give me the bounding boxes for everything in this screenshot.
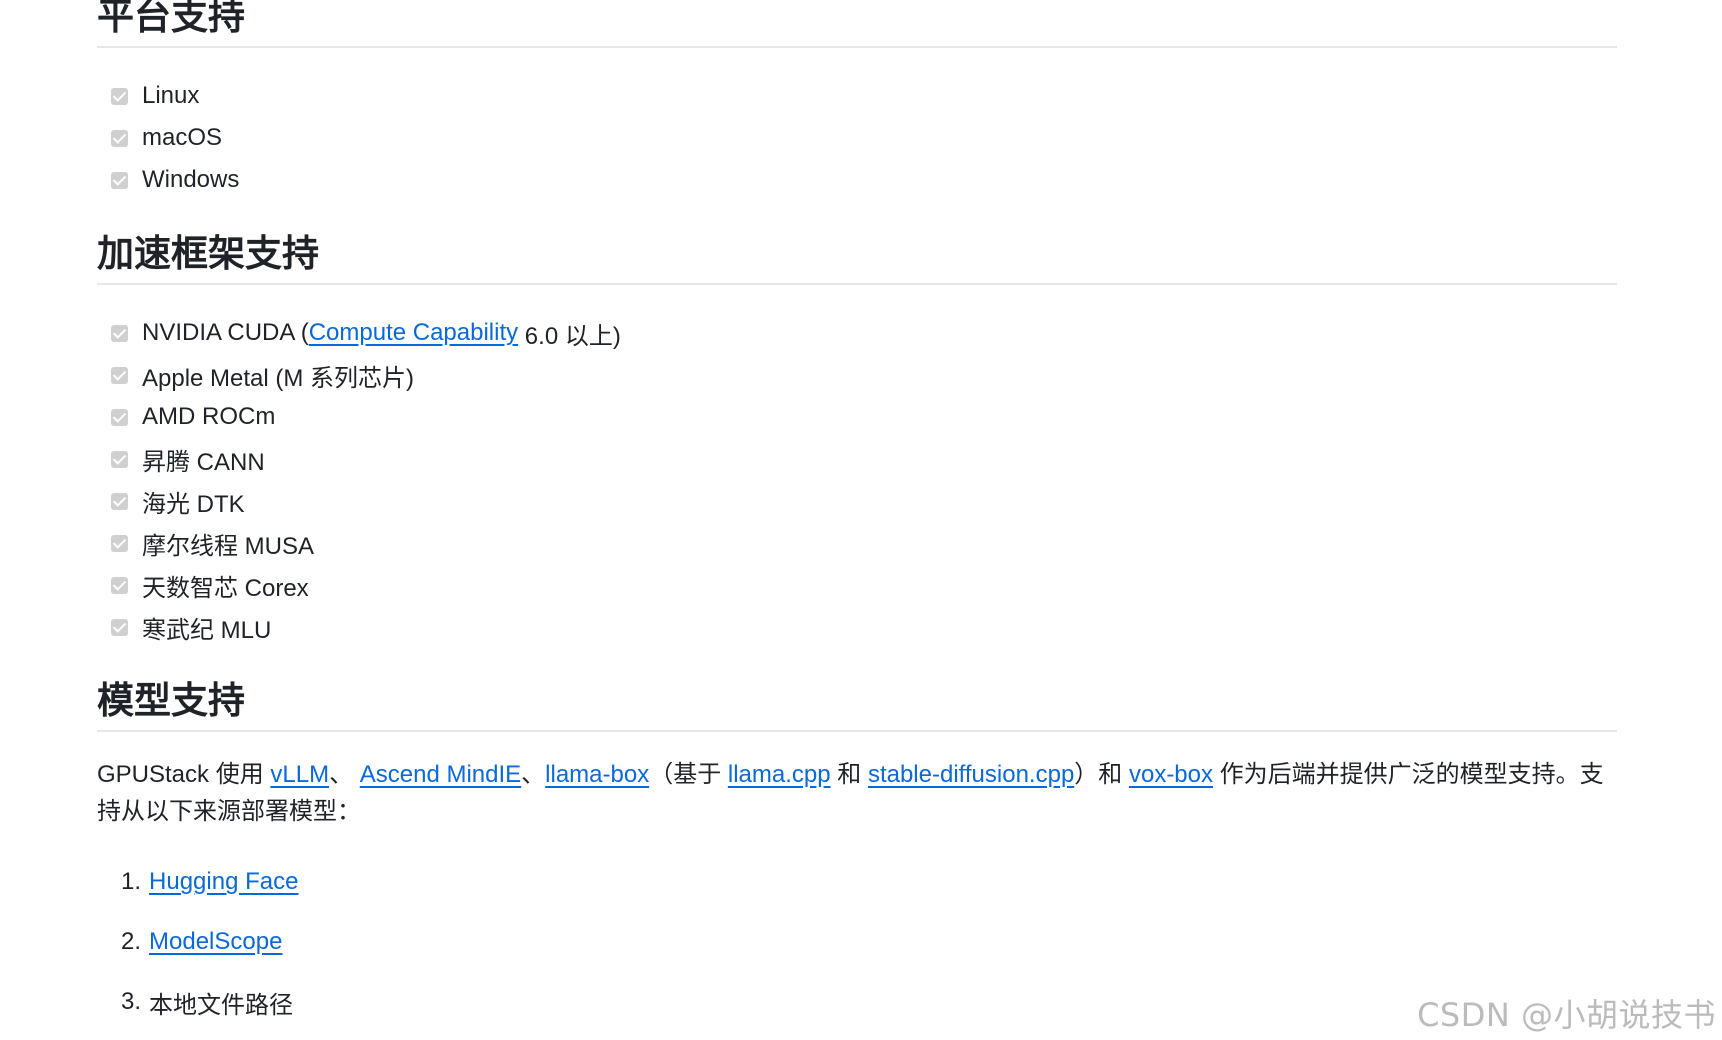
- checked-checkbox-icon[interactable]: [111, 408, 128, 426]
- article-content: 平台支持 Linux macOS Windows 加速框架支持 NVIDIA C…: [97, 0, 1617, 1032]
- checked-checkbox-icon[interactable]: [111, 618, 128, 636]
- llama-cpp-link[interactable]: llama.cpp: [728, 761, 831, 788]
- checked-checkbox-icon[interactable]: [111, 129, 128, 147]
- heading-accelerator-support: 加速框架支持: [97, 231, 1617, 285]
- watermark: CSDN @小胡说技书: [1417, 996, 1716, 1034]
- llama-box-link[interactable]: llama-box: [545, 761, 649, 788]
- list-item: 摩尔线程 MUSA: [111, 522, 1617, 564]
- list-item: 寒武纪 MLU: [111, 606, 1617, 648]
- checked-checkbox-icon[interactable]: [111, 366, 128, 384]
- ascend-mindie-link[interactable]: Ascend MindIE: [360, 761, 521, 788]
- checked-checkbox-icon[interactable]: [111, 87, 128, 105]
- accelerator-list: NVIDIA CUDA (Compute Capability 6.0 以上) …: [97, 312, 1617, 648]
- checked-checkbox-icon[interactable]: [111, 450, 128, 468]
- hugging-face-link[interactable]: Hugging Face: [149, 868, 298, 896]
- checked-checkbox-icon[interactable]: [111, 492, 128, 510]
- checked-checkbox-icon[interactable]: [111, 324, 128, 342]
- list-item: 天数智芯 Corex: [111, 564, 1617, 606]
- list-item: 1. Hugging Face: [121, 868, 299, 896]
- model-support-paragraph: GPUStack 使用 vLLM、 Ascend MindIE、llama-bo…: [97, 761, 1604, 825]
- list-item: 2. ModelScope: [121, 928, 283, 956]
- local-file-path-text: 本地文件路径: [149, 991, 294, 1019]
- modelscope-link[interactable]: ModelScope: [149, 928, 282, 956]
- stable-diffusion-cpp-link[interactable]: stable-diffusion.cpp: [868, 761, 1074, 788]
- list-item: 海光 DTK: [111, 480, 1617, 522]
- checked-checkbox-icon[interactable]: [111, 171, 128, 189]
- list-item: 昇腾 CANN: [111, 438, 1617, 480]
- vox-box-link[interactable]: vox-box: [1129, 761, 1213, 788]
- vllm-link[interactable]: vLLM: [270, 761, 329, 788]
- list-item: Apple Metal (M 系列芯片): [111, 354, 1617, 396]
- list-item: Windows: [111, 159, 1617, 201]
- list-item: 3. 本地文件路径: [121, 972, 1617, 1032]
- platform-list: Linux macOS Windows: [97, 75, 1617, 201]
- compute-capability-link[interactable]: Compute Capability: [309, 319, 518, 347]
- heading-platform-support: 平台支持: [97, 0, 1617, 48]
- checked-checkbox-icon[interactable]: [111, 534, 128, 552]
- heading-model-support: 模型支持: [97, 678, 1617, 732]
- list-item: NVIDIA CUDA (Compute Capability 6.0 以上): [111, 312, 1617, 354]
- list-item: Linux: [111, 75, 1617, 117]
- list-item: macOS: [111, 117, 1617, 159]
- checked-checkbox-icon[interactable]: [111, 576, 128, 594]
- model-sources-list: 1. Hugging Face 2. ModelScope 3. 本地文件路径: [97, 852, 1617, 1032]
- list-item: AMD ROCm: [111, 396, 1617, 438]
